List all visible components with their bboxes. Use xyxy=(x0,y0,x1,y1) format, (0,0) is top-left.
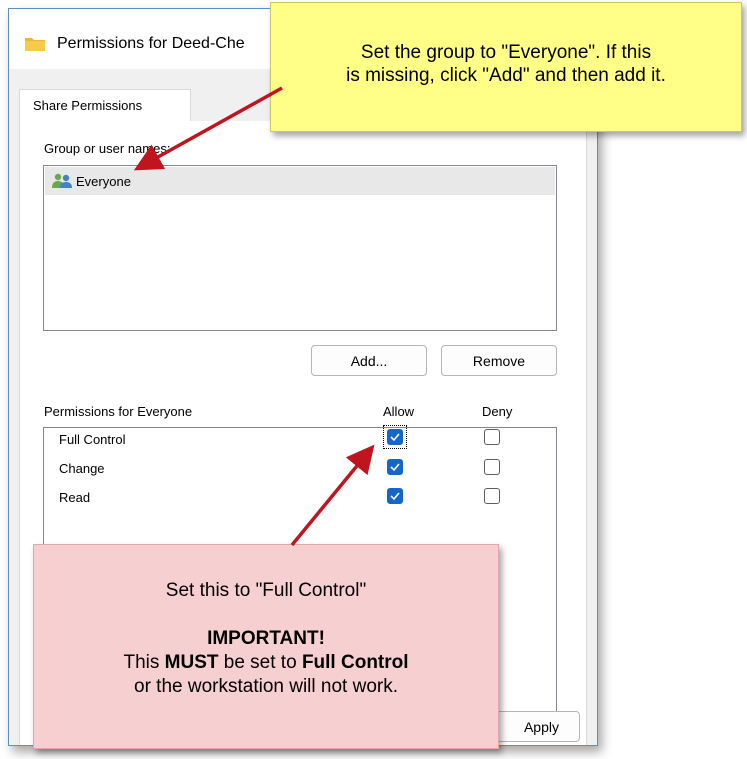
change-allow-checkbox[interactable] xyxy=(387,459,403,475)
check-icon xyxy=(390,492,400,501)
remove-button[interactable]: Remove xyxy=(441,345,557,376)
list-item-everyone[interactable]: Everyone xyxy=(45,167,555,195)
permission-name: Full Control xyxy=(59,432,126,447)
permission-instruction-callout: Set this to "Full Control" IMPORTANT! Th… xyxy=(33,544,499,749)
change-deny-checkbox[interactable] xyxy=(484,459,500,475)
group-list[interactable]: Everyone xyxy=(43,165,557,331)
important-label: IMPORTANT! xyxy=(207,628,325,649)
tab-share-permissions[interactable]: Share Permissions xyxy=(19,89,191,122)
callout-bold-text: Full Control xyxy=(301,652,409,673)
callout-line: Set this to "Full Control" xyxy=(165,580,367,601)
check-icon xyxy=(390,433,400,442)
deny-column-header: Deny xyxy=(482,404,513,419)
callout-text: be set to xyxy=(223,652,297,673)
callout-bold-text: MUST xyxy=(164,652,219,673)
add-button[interactable]: Add... xyxy=(311,345,427,376)
callout-line: Set the group to "Everyone". If this xyxy=(360,42,652,63)
permission-name: Read xyxy=(59,490,91,505)
callout-line: or the workstation will not work. xyxy=(134,676,398,697)
permissions-label: Permissions for Everyone xyxy=(44,404,193,419)
read-allow-checkbox[interactable] xyxy=(387,488,403,504)
full-control-allow-checkbox[interactable] xyxy=(387,429,403,445)
read-deny-checkbox[interactable] xyxy=(484,488,500,504)
apply-button[interactable]: Apply xyxy=(488,711,580,742)
group-instruction-callout: Set the group to "Everyone". If this is … xyxy=(270,2,742,132)
allow-column-header: Allow xyxy=(383,404,415,419)
group-names-label: Group or user names: xyxy=(44,141,171,156)
full-control-deny-checkbox[interactable] xyxy=(484,429,500,445)
callout-text: This xyxy=(123,652,160,673)
check-icon xyxy=(390,463,400,472)
callout-line: is missing, click "Add" and then add it. xyxy=(346,65,666,86)
window-title: Permissions for Deed-Che xyxy=(57,35,245,52)
folder-icon xyxy=(25,38,45,51)
permission-name: Change xyxy=(59,461,105,476)
users-icon xyxy=(52,173,72,188)
callout-line: This MUST be set to Full Control xyxy=(34,651,498,675)
group-name: Everyone xyxy=(76,174,131,189)
